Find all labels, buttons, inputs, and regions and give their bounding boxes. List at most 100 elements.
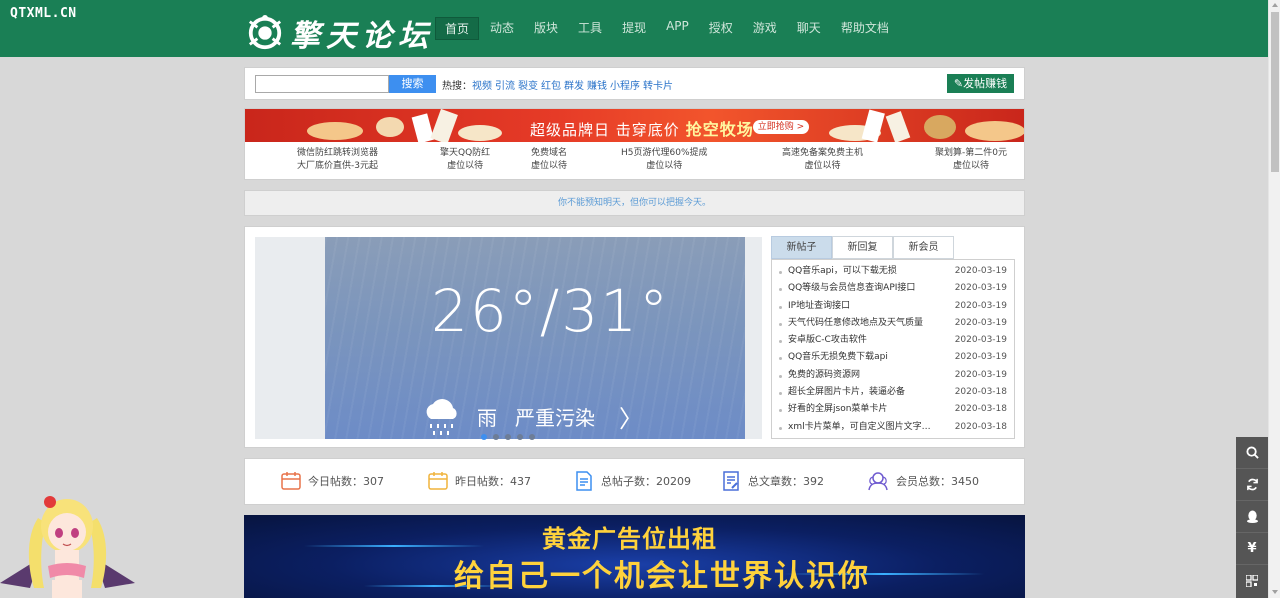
search-button[interactable]: 搜索 [389,75,436,93]
stat-today-posts: 今日帖数：307 [281,471,384,491]
motto-bar: 你不能预知明天，但你可以把握今天。 [244,190,1025,216]
members-icon [868,472,888,491]
hot-search-label: 热搜： [442,81,472,92]
stat-yesterday-posts: 昨日帖数：437 [428,471,531,491]
refresh-icon [1246,478,1258,491]
document-icon [576,471,592,491]
carousel-dots [481,434,541,440]
carousel-dot[interactable] [493,434,499,440]
side-toolbar: ¥ [1236,437,1268,598]
scrollbar-thumb[interactable] [1271,12,1279,172]
search-input[interactable] [255,75,389,93]
main-panel: 26°/31° 雨 严重污染 〉 新帖子 新回复 新会员 QQ音乐api，可以下… [244,226,1025,448]
nav-item-help[interactable]: 帮助文档 [832,17,898,40]
hot-link[interactable]: 红包 [541,81,561,92]
nav-item-games[interactable]: 游戏 [744,17,786,40]
light-streak [304,545,484,547]
nav-item-withdraw[interactable]: 提现 [613,17,655,40]
search-icon [1245,446,1259,459]
nav-item-chat[interactable]: 聊天 [788,17,830,40]
stat-total-posts: 总帖子数：20209 [574,471,691,491]
post-list: QQ音乐api，可以下载无损 2020-03-19 QQ等级与会员信息查询API接… [771,259,1015,439]
list-item[interactable]: 天气代码任意修改地点及天气质量 2020-03-19 [772,315,1014,332]
slide-condition: 雨 [477,405,497,430]
scroll-up-icon[interactable] [1272,3,1278,7]
tab-new-members[interactable]: 新会员 [893,236,954,259]
carousel-slide[interactable]: 26°/31° 雨 严重污染 〉 [325,237,745,439]
hot-link[interactable]: 裂变 [518,81,538,92]
mascot-character[interactable] [0,488,135,598]
nav-item-boards[interactable]: 版块 [525,17,567,40]
qrcode-icon [1246,575,1258,587]
big-ad-line1: 黄金广告位出租 [542,525,717,553]
ad-link-jhs[interactable]: 聚划算-第二件0元 虚位以待 [935,147,1007,173]
banner-cta-button[interactable]: 立即抢购 > [753,120,809,134]
stats-bar: 今日帖数：307 昨日帖数：437 总帖子数：20209 总文章数：392 会员… [244,458,1025,505]
stat-total-articles: 总文章数：392 [721,471,824,491]
banner-title: 超级品牌日 击穿底价 抢空牧场 [530,120,754,139]
banner-decoration [307,109,502,142]
slide-temperature: 26°/31° [431,277,671,345]
list-item[interactable]: IP地址查询接口 2020-03-19 [772,298,1014,315]
search-tool[interactable] [1236,437,1268,469]
hot-link[interactable]: 引流 [495,81,515,92]
ad-link-domain[interactable]: 免费域名 虚位以待 [531,147,567,173]
tab-new-replies[interactable]: 新回复 [832,236,893,259]
big-ad-line2: 给自己一个机会让世界认识你 [454,559,870,594]
ad-link-qq[interactable]: 擎天QQ防红 虚位以待 [440,147,490,173]
nav-item-tools[interactable]: 工具 [569,17,611,40]
list-item[interactable]: xml卡片菜单，可自定义图片文字… 2020-03-18 [772,419,1014,436]
main-nav: 首页 动态 版块 工具 提现 APP 授权 游戏 聊天 帮助文档 [435,17,900,40]
ad-link-browser[interactable]: 微信防红跳转浏览器 大厂底价直供-3元起 [297,147,378,173]
carousel: 26°/31° 雨 严重污染 〉 [255,237,762,440]
carousel-dot[interactable] [505,434,511,440]
calendar-icon [428,472,448,490]
site-watermark: QTXML.CN [10,6,77,21]
refresh-tool[interactable] [1236,469,1268,501]
list-item[interactable]: 安卓版C-C攻击软件 2020-03-19 [772,332,1014,349]
hot-link[interactable]: 赚钱 [587,81,607,92]
hot-link[interactable]: 小程序 [610,81,640,92]
logo-emblem-icon [248,14,282,50]
ad-link-h5[interactable]: H5页游代理60%提成 虚位以待 [621,147,708,173]
nav-item-app[interactable]: APP [657,17,698,40]
list-item[interactable]: 好看的全屏json菜单卡片 2020-03-18 [772,401,1014,418]
new-post-button[interactable]: ✎发帖赚钱 [947,74,1014,93]
post-tabs: 新帖子 新回复 新会员 [771,236,954,259]
carousel-dot[interactable] [481,434,487,440]
page-scrollbar[interactable] [1268,0,1280,598]
list-item[interactable]: QQ音乐无损免费下载api 2020-03-19 [772,349,1014,366]
chevron-right-icon: 〉 [619,404,643,433]
donate-tool[interactable]: ¥ [1236,533,1268,565]
nav-item-feed[interactable]: 动态 [481,17,523,40]
qq-icon [1246,510,1258,523]
tab-new-posts[interactable]: 新帖子 [771,236,832,259]
promo-banner[interactable]: 超级品牌日 击穿底价 抢空牧场 立即抢购 > [245,109,1024,142]
list-item[interactable]: 免费的源码资源网 2020-03-19 [772,367,1014,384]
carousel-dot[interactable] [529,434,535,440]
site-logo[interactable]: 擎天论坛 [246,11,434,55]
yuan-icon: ¥ [1247,541,1257,556]
banner-decoration [829,109,1024,142]
list-item[interactable]: QQ等级与会员信息查询API接口 2020-03-19 [772,280,1014,297]
carousel-dot[interactable] [517,434,523,440]
qq-tool[interactable] [1236,501,1268,533]
nav-item-license[interactable]: 授权 [700,17,742,40]
big-ad-banner[interactable]: 黄金广告位出租 给自己一个机会让世界认识你 [244,515,1025,598]
rain-cloud-icon [426,399,457,435]
hot-link[interactable]: 群发 [564,81,584,92]
list-item[interactable]: 超长全屏图片卡片，装逼必备 2020-03-18 [772,384,1014,401]
hot-link[interactable]: 视频 [472,81,492,92]
calendar-icon [281,472,301,490]
list-item[interactable]: QQ音乐api，可以下载无损 2020-03-19 [772,263,1014,280]
top-header: 擎天论坛 首页 动态 版块 工具 提现 APP 授权 游戏 聊天 帮助文档 [0,0,1268,57]
stat-total-members: 会员总数：3450 [867,471,979,491]
nav-item-home[interactable]: 首页 [435,17,480,40]
ad-link-host[interactable]: 高速免备案免费主机 虚位以待 [782,147,863,173]
hot-link[interactable]: 转卡片 [643,81,673,92]
qrcode-tool[interactable] [1236,565,1268,597]
search-bar: 搜索 热搜：视频 引流 裂变 红包 群发 赚钱 小程序 转卡片 ✎发帖赚钱 [244,67,1025,100]
slide-weather: 雨 严重污染 〉 [421,395,643,437]
banner-highlight: 抢空牧场 [685,120,754,139]
scroll-down-icon[interactable] [1272,590,1278,594]
